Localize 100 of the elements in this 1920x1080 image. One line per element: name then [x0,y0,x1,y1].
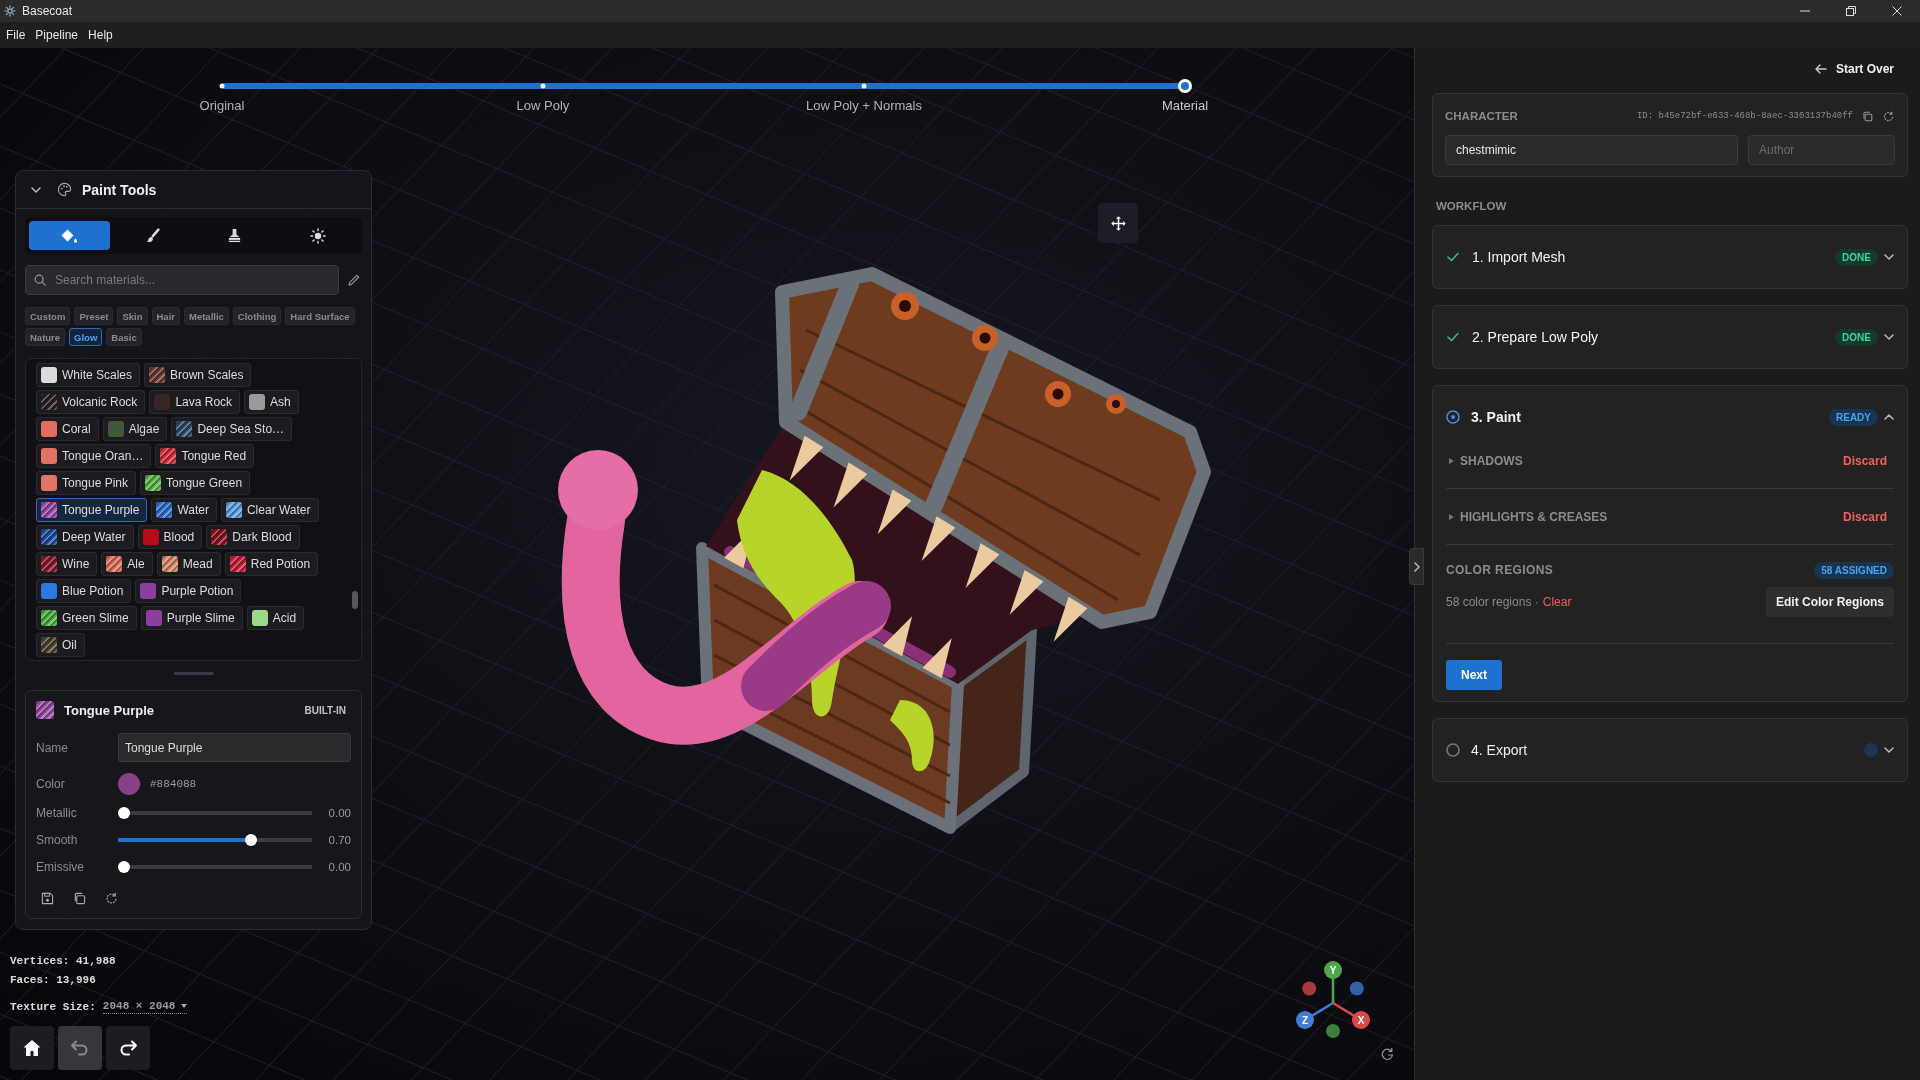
author-field[interactable]: Author [1748,135,1895,165]
step-title[interactable]: 2. Prepare Low Poly [1472,329,1599,345]
field-label: Color [36,777,66,791]
axis-dot-icon[interactable] [1302,981,1317,996]
panel-title: Paint Tools [82,181,157,198]
step-dot-icon[interactable] [861,83,867,89]
material-chip[interactable]: White Scales [36,363,141,387]
step-dot-icon[interactable] [540,83,546,89]
menu-item[interactable]: Pipeline [30,24,84,46]
copy-id-button[interactable] [1861,109,1874,123]
next-button[interactable]: Next [1446,660,1502,690]
material-chip[interactable]: Deep Sea Sto… [171,417,293,441]
3d-viewport[interactable] [0,48,1414,1080]
material-chip[interactable]: Wine [36,552,98,576]
material-chip[interactable]: Dark Blood [206,525,300,549]
chevron-down-icon[interactable] [31,186,41,193]
start-over-button[interactable]: Start Over [1814,62,1894,76]
chevron-down-icon[interactable] [1884,747,1894,753]
name-field[interactable]: Tongue Purple [118,733,351,762]
slider-thumb[interactable] [245,834,258,846]
category-filter[interactable]: Metallic [184,307,229,325]
material-chip[interactable]: Blue Potion [36,579,132,603]
category-filter[interactable]: Basic [106,328,142,346]
category-filter[interactable]: Glow [69,328,103,346]
color-picker-icon[interactable] [118,773,140,795]
resize-handle[interactable] [173,672,214,675]
material-chip[interactable]: Oil [36,633,85,657]
section-toggle[interactable]: SHADOWS [1446,448,1523,474]
material-chip[interactable]: Ash [244,390,299,414]
menu-item[interactable]: Help [83,24,118,46]
category-filter[interactable]: Clothing [232,307,282,325]
material-chip[interactable]: Algae [102,417,168,441]
category-filter[interactable]: Skin [117,307,148,325]
material-chip[interactable]: Tongue Green [140,471,251,495]
step-label[interactable]: Low Poly + Normals [806,98,922,113]
axis-dot-icon[interactable] [1326,1024,1340,1039]
material-chip[interactable]: Purple Potion [135,579,242,603]
chevron-down-icon[interactable] [1884,254,1894,260]
material-chip[interactable]: Blood [137,525,203,549]
material-chip[interactable]: Clear Water [220,498,319,522]
regenerate-id-button[interactable] [1882,109,1895,123]
color-value: #884088 [150,778,197,790]
category-filter[interactable]: Nature [25,328,66,346]
category-filter[interactable]: Hard Surface [285,307,355,325]
axis-handle[interactable]: X [1332,1001,1370,1029]
material-chip[interactable]: Brown Scales [144,363,252,387]
material-chip[interactable]: Tongue Oran… [36,444,152,468]
axis-handle[interactable]: Z [1296,1001,1334,1029]
eyedropper-icon[interactable] [347,273,360,287]
material-chip[interactable]: Coral [36,417,99,441]
material-chip[interactable]: Green Slime [36,606,137,630]
edit-color-regions-button[interactable]: Edit Color Regions [1766,587,1894,617]
redo-button[interactable] [106,1026,150,1070]
slider-value: 0.00 [328,861,351,873]
discard-link[interactable]: Discard [1842,504,1887,530]
discard-link[interactable]: Discard [1842,448,1887,474]
material-chip[interactable]: Ale [101,552,153,576]
section-toggle[interactable]: HIGHLIGHTS & CREASES [1446,504,1608,530]
axis-dot-icon[interactable] [1349,981,1364,996]
step-dot-icon[interactable] [219,83,225,89]
panel-toggle-button[interactable] [1409,548,1424,585]
material-chip[interactable]: Red Potion [224,552,319,576]
field-label: Metallic [36,806,78,820]
scrollbar-thumb[interactable] [352,591,358,609]
material-chip[interactable]: Water [151,498,217,522]
step-title[interactable]: 4. Export [1471,742,1528,758]
slider-thumb[interactable] [118,861,130,873]
chevron-up-icon[interactable] [1884,414,1894,420]
home-button[interactable] [10,1026,54,1070]
slider-thumb[interactable] [118,807,130,819]
step-title[interactable]: 3. Paint [1471,409,1521,425]
menu-item[interactable]: File [1,24,31,46]
character-name-field[interactable]: chestmimic [1445,135,1738,165]
step-title[interactable]: 1. Import Mesh [1472,249,1566,265]
category-filter[interactable]: Preset [74,307,114,325]
texture-size-label: Texture Size: [10,1000,96,1013]
material-chip[interactable]: Deep Water [36,525,134,549]
material-chip[interactable]: Tongue Purple [36,498,148,522]
category-filter[interactable]: Custom [25,307,71,325]
step-label[interactable]: Original [199,98,245,113]
save-icon [40,891,54,905]
step-label[interactable]: Low Poly [516,98,570,113]
move-button[interactable] [1098,203,1138,243]
vertex-count: Vertices: 41,988 [10,954,117,969]
material-chip[interactable]: Lava Rock [149,390,241,414]
chevron-down-icon[interactable] [1884,334,1894,340]
search-field[interactable]: Search materials... [25,265,339,295]
category-filter[interactable]: Hair [151,307,180,325]
step-label[interactable]: Material [1161,98,1209,113]
texture-size-dropdown[interactable]: 2048 × 2048 [102,999,188,1014]
undo-icon [70,1040,90,1056]
rotate-icon[interactable] [1381,1047,1394,1060]
material-chip[interactable]: Purple Slime [140,606,243,630]
material-chip[interactable]: Acid [246,606,305,630]
material-chip[interactable]: Tongue Pink [36,471,137,495]
material-chip[interactable]: Mead [156,552,221,576]
current-step-icon[interactable] [1178,79,1192,93]
clear-link[interactable]: Clear [1542,595,1572,609]
material-chip[interactable]: Tongue Red [155,444,255,468]
material-chip[interactable]: Volcanic Rock [36,390,146,414]
